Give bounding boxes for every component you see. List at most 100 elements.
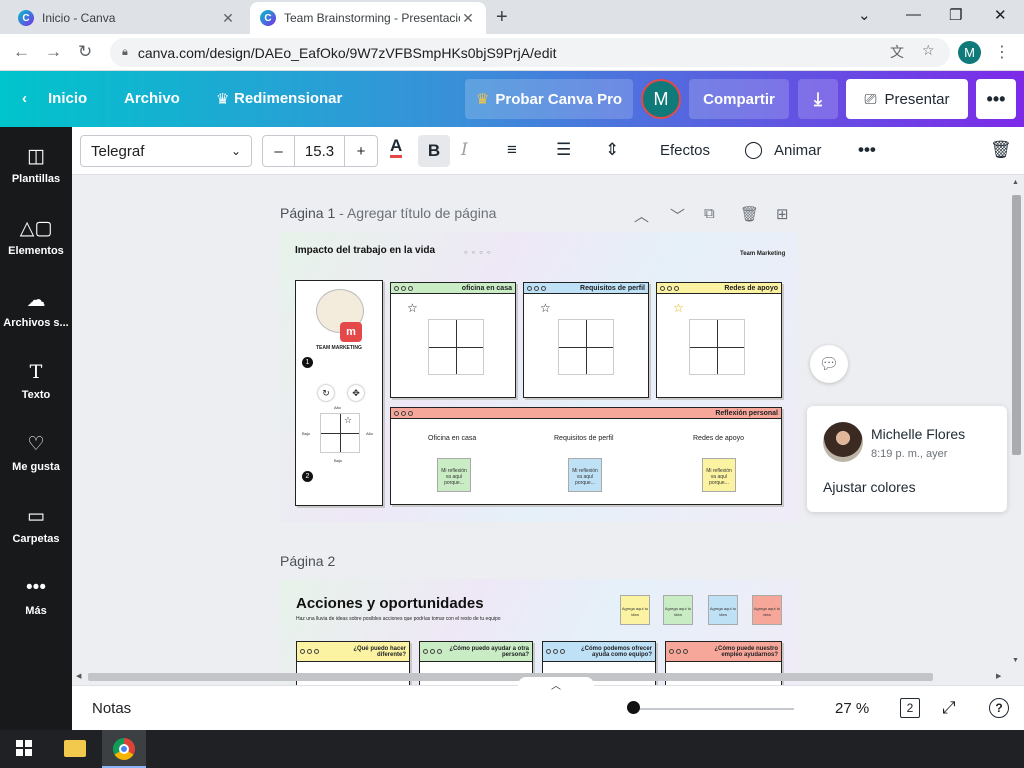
list-icon[interactable]: ☰ (556, 140, 571, 160)
delete-page-icon[interactable]: 🗑︎ (740, 205, 759, 223)
zoom-slider-handle[interactable] (627, 701, 640, 714)
help-icon[interactable]: ? (989, 698, 1009, 718)
browser-menu-icon[interactable]: ⋮ (994, 42, 1010, 62)
zoom-slider-track[interactable] (632, 708, 794, 710)
card-reflexion-personal[interactable]: Reflexión personal Oficina en casa Requi… (390, 407, 782, 505)
line-spacing-icon[interactable]: ⇕ (605, 140, 619, 160)
sidebar-item-elements[interactable]: △▢ Elementos (0, 217, 72, 257)
chevron-down-icon[interactable]: ﹀ (670, 205, 685, 226)
home-link[interactable]: Inicio (48, 90, 87, 107)
increase-size-button[interactable]: + (345, 136, 377, 166)
card-requisitos-de-perfil[interactable]: Requisitos de perfil ☆ (523, 282, 649, 398)
sticky-note[interactable]: Agrega aquí tu idea (620, 595, 650, 625)
horizontal-scroll-thumb[interactable] (88, 673, 933, 681)
file-menu[interactable]: Archivo (124, 90, 180, 107)
present-button[interactable]: ⎚ Presentar (846, 79, 968, 119)
more-options-icon[interactable]: ••• (858, 140, 876, 160)
comment-card[interactable]: Michelle Flores 8:19 p. m., ayer Ajustar… (807, 406, 1007, 512)
left-panel-card[interactable]: m TEAM MARKETING 1 ↻ ✥ Alto ☆ Bajo Alto … (295, 280, 383, 506)
page-count-icon[interactable]: 2 (900, 698, 920, 718)
animate-icon[interactable]: ◯ (744, 140, 763, 160)
chrome-icon[interactable] (102, 730, 146, 768)
step-2-badge: 2 (302, 471, 313, 482)
page-title-input[interactable]: Agregar título de página (347, 205, 496, 221)
close-icon[interactable]: ✕ (460, 10, 476, 27)
fullscreen-icon[interactable]: ⤢ (942, 698, 956, 718)
sidebar-item-templates[interactable]: ◫ Plantillas (0, 145, 72, 185)
slide-page-1[interactable]: Impacto del trabajo en la vida ○○○○ Team… (280, 232, 798, 522)
font-family-dropdown[interactable]: Telegraf ⌄ (80, 135, 252, 167)
url-field[interactable]: 🔒︎ canva.com/design/DAEo_EafOko/9W7zVFBS… (110, 38, 950, 67)
bookmark-star-icon[interactable]: ☆ (922, 42, 935, 59)
vertical-scroll-thumb[interactable] (1012, 195, 1021, 455)
chevron-up-icon[interactable]: ︿ (634, 205, 649, 226)
translate-icon[interactable]: 文 (890, 42, 904, 62)
canva-favicon-icon: C (260, 10, 276, 26)
add-page-icon[interactable]: ⊞ (776, 205, 789, 223)
scroll-left-icon[interactable]: ◀ (76, 672, 81, 680)
card-header: oficina en casa (391, 283, 515, 294)
decrease-size-button[interactable]: – (263, 136, 295, 166)
sticky-note[interactable]: Mi reflexión va aquí porque... (702, 458, 736, 492)
sticky-note[interactable]: Agrega aquí tu idea (663, 595, 693, 625)
scroll-up-icon[interactable]: ▲ (1012, 179, 1019, 186)
animate-button[interactable]: Animar (774, 142, 822, 159)
tab-team-brainstorming[interactable]: C Team Brainstorming - Presentación ✕ (250, 2, 486, 34)
back-arrow-icon[interactable]: ← (13, 42, 30, 62)
trash-icon[interactable]: 🗑︎ (990, 140, 1012, 160)
bold-icon[interactable]: B (418, 135, 450, 167)
sticky-note[interactable]: Agrega aquí tu idea (752, 595, 782, 625)
tab-search-icon[interactable]: ⌄ (858, 6, 871, 24)
slide-title: Impacto del trabajo en la vida (295, 245, 436, 256)
card-redes-de-apoyo[interactable]: Redes de apoyo ☆ (656, 282, 782, 398)
window-dots-icon (300, 649, 319, 654)
star-icon: ☆ (673, 301, 684, 315)
minimize-icon[interactable]: — (906, 6, 921, 23)
try-pro-button[interactable]: ♛ Probar Canva Pro (465, 79, 633, 119)
sidebar-item-favorites[interactable]: ♡ Me gusta (0, 433, 72, 473)
restore-icon[interactable]: ❐ (949, 6, 962, 24)
duplicate-page-icon[interactable]: ⧉ (704, 205, 715, 222)
add-comment-icon[interactable]: 💬︎ (810, 345, 848, 383)
window-dots-icon (527, 285, 546, 291)
collapse-pages-icon[interactable]: ︿ (518, 677, 594, 692)
scroll-right-icon[interactable]: ▶ (996, 672, 1001, 680)
resize-button[interactable]: Redimensionar (234, 90, 342, 107)
window-close-icon[interactable]: ✕ (994, 6, 1007, 24)
more-options-icon[interactable]: ••• (976, 79, 1016, 119)
scroll-down-icon[interactable]: ▼ (1012, 657, 1019, 664)
align-center-icon[interactable]: ≡ (507, 140, 517, 160)
browser-profile-avatar[interactable]: M (958, 41, 981, 64)
vertical-scrollbar[interactable]: ▲ ▼ (1010, 179, 1022, 679)
font-size-stepper[interactable]: – 15.3 + (262, 135, 378, 167)
sticky-note[interactable]: Mi reflexión va aquí porque... (568, 458, 602, 492)
windows-start-icon[interactable] (16, 740, 32, 756)
zoom-level[interactable]: 27 % (835, 700, 869, 717)
rotate-handle-icon[interactable]: ↻ (318, 385, 334, 401)
font-size-input[interactable]: 15.3 (295, 136, 345, 166)
star-icon: ☆ (540, 301, 551, 315)
close-icon[interactable]: ✕ (220, 10, 236, 27)
slide-page-2[interactable]: Acciones y oportunidades Haz una lluvia … (280, 579, 798, 685)
user-avatar[interactable]: M (641, 79, 681, 119)
sidebar-item-folders[interactable]: ▭ Carpetas (0, 505, 72, 545)
share-button[interactable]: Compartir (689, 79, 789, 119)
notes-button[interactable]: Notas (92, 700, 131, 717)
tab-inicio-canva[interactable]: C Inicio - Canva ✕ (8, 2, 246, 34)
sticky-note[interactable]: Agrega aquí tu idea (708, 595, 738, 625)
move-handle-icon[interactable]: ✥ (348, 385, 364, 401)
sidebar-item-uploads[interactable]: ☁ Archivos s... (0, 289, 72, 329)
chevron-left-icon[interactable]: ‹ (22, 90, 27, 107)
italic-icon[interactable]: I (461, 140, 468, 160)
card-oficina-en-casa[interactable]: oficina en casa ☆ (390, 282, 516, 398)
file-explorer-icon[interactable] (64, 740, 86, 757)
reload-icon[interactable]: ↻ (78, 42, 92, 62)
new-tab-icon[interactable]: + (496, 6, 508, 29)
effects-button[interactable]: Efectos (660, 142, 710, 159)
text-color-icon[interactable]: A (390, 137, 403, 158)
sidebar-item-more[interactable]: ••• Más (0, 577, 72, 617)
sidebar-item-text[interactable]: T Texto (0, 361, 72, 401)
download-icon[interactable]: ⤓ (798, 79, 838, 119)
forward-arrow-icon[interactable]: → (45, 42, 62, 62)
sticky-note[interactable]: Mi reflexión va aquí porque... (437, 458, 471, 492)
